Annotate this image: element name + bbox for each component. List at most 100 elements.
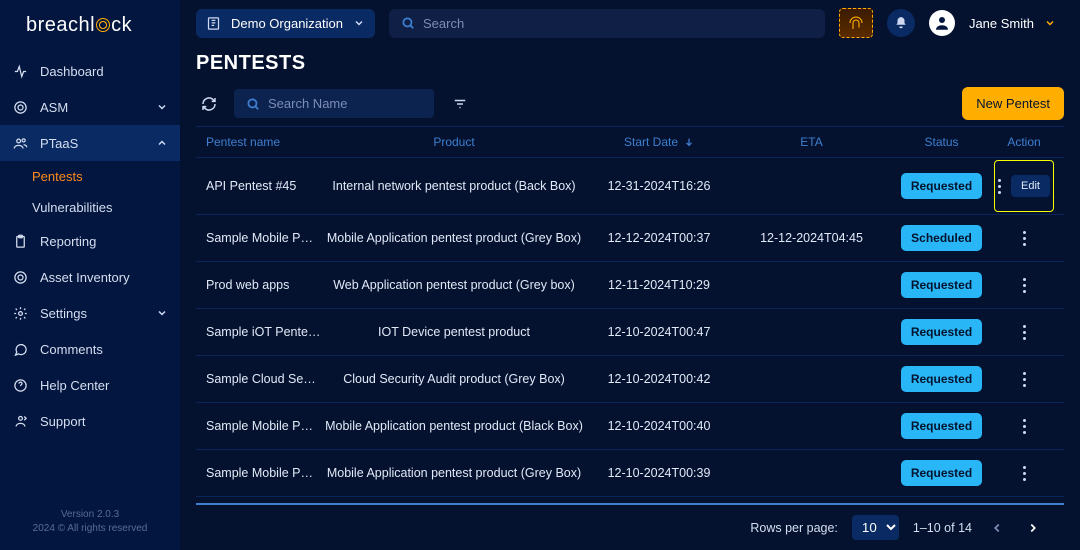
gear-icon (12, 305, 28, 321)
row-action-menu[interactable] (1016, 231, 1032, 246)
table-row: Sample Cloud Se…Cloud Security Audit pro… (196, 356, 1064, 403)
cell-product: Internal network pentest product (Back B… (324, 179, 584, 193)
org-selector[interactable]: Demo Organization (196, 9, 375, 38)
refresh-button[interactable] (196, 91, 222, 117)
row-action-menu[interactable] (998, 179, 1001, 194)
cell-name: Sample Mobile P… (204, 419, 324, 433)
sidebar-item-ptaas[interactable]: PTaaS (0, 125, 180, 161)
comment-icon (12, 341, 28, 357)
edit-button[interactable]: Edit (1011, 175, 1050, 197)
clipboard-icon (12, 233, 28, 249)
cell-start: 12-10-2024T00:47 (584, 325, 734, 339)
row-action-menu[interactable] (1016, 325, 1032, 340)
sidebar-item-label: ASM (40, 100, 68, 115)
user-name-label: Jane Smith (969, 16, 1034, 31)
sidebar-item-label: Comments (40, 342, 103, 357)
rows-per-page-select[interactable]: 10 (852, 515, 899, 540)
sidebar-item-asm[interactable]: ASM (0, 89, 180, 125)
cell-name: Sample Cloud Se… (204, 372, 324, 386)
cell-status: Requested (889, 366, 994, 392)
column-header-name[interactable]: Pentest name (204, 135, 324, 149)
version-text: Version 2.0.3 (0, 508, 180, 522)
cell-start: 12-31-2024T16:26 (584, 179, 734, 193)
sidebar-item-label: Help Center (40, 378, 109, 393)
cell-name: Sample Mobile P… (204, 466, 324, 480)
status-badge[interactable]: Scheduled (901, 225, 982, 251)
main: Demo Organization Jane Smith (180, 0, 1080, 550)
sidebar-footer: Version 2.0.3 2024 © All rights reserved (0, 496, 180, 550)
column-header-start-label: Start Date (624, 135, 678, 149)
toolbar: New Pentest (196, 87, 1064, 120)
new-pentest-button[interactable]: New Pentest (962, 87, 1064, 120)
status-badge[interactable]: Requested (901, 366, 982, 392)
name-search-input[interactable] (268, 96, 422, 111)
status-badge[interactable]: Requested (901, 272, 982, 298)
sidebar-item-label: Dashboard (40, 64, 104, 79)
support-icon (12, 413, 28, 429)
row-action-menu[interactable] (1016, 372, 1032, 387)
topbar: Demo Organization Jane Smith (180, 0, 1080, 46)
chevron-up-icon (156, 137, 168, 149)
chevron-down-icon (353, 17, 365, 29)
sidebar-item-label: Reporting (40, 234, 96, 249)
global-search-input[interactable] (423, 16, 813, 31)
sidebar-subitem-pentests[interactable]: Pentests (0, 161, 180, 192)
status-badge[interactable]: Requested (901, 460, 982, 486)
name-search[interactable] (234, 89, 434, 118)
sidebar-item-support[interactable]: Support (0, 403, 180, 439)
table-row: Sample Mobile P…Mobile Application pente… (196, 450, 1064, 497)
row-action-menu[interactable] (1016, 278, 1032, 293)
cell-product: Mobile Application pentest product (Grey… (324, 231, 584, 245)
cell-status: Requested (889, 319, 994, 345)
activity-icon (12, 63, 28, 79)
filter-button[interactable] (446, 91, 474, 117)
column-header-start[interactable]: Start Date (584, 135, 734, 149)
column-header-eta[interactable]: ETA (734, 135, 889, 149)
cell-status: Requested (889, 272, 994, 298)
rows-per-page-label: Rows per page: (750, 521, 838, 535)
cell-start: 12-11-2024T10:29 (584, 278, 734, 292)
cell-product: Web Application pentest product (Grey bo… (324, 278, 584, 292)
users-icon (12, 135, 28, 151)
cell-status: Requested (889, 173, 994, 199)
cell-start: 12-10-2024T00:40 (584, 419, 734, 433)
brand-text-after: ck (111, 14, 132, 36)
sidebar-item-settings[interactable]: Settings (0, 295, 180, 331)
brand-icon (96, 18, 110, 32)
column-header-action[interactable]: Action (994, 135, 1054, 149)
sidebar-item-label: PTaaS (40, 136, 78, 151)
status-badge[interactable]: Requested (901, 413, 982, 439)
pentests-table: Pentest name Product Start Date ETA Stat… (196, 126, 1064, 503)
sidebar-subitem-vulnerabilities[interactable]: Vulnerabilities (0, 192, 180, 223)
status-badge[interactable]: Requested (901, 319, 982, 345)
sidebar-item-reporting[interactable]: Reporting (0, 223, 180, 259)
user-menu[interactable]: Jane Smith (969, 16, 1064, 31)
cell-name: API Pentest #45 (204, 179, 324, 193)
sidebar-item-label: Support (40, 414, 86, 429)
table-row: Sample Mobile P…Mobile Application pente… (196, 215, 1064, 262)
cell-name: Sample iOT Pente… (204, 325, 324, 339)
prev-page-button[interactable] (986, 517, 1008, 539)
sidebar-item-asset-inventory[interactable]: Asset Inventory (0, 259, 180, 295)
fingerprint-scan-button[interactable] (839, 8, 873, 38)
help-icon (12, 377, 28, 393)
sidebar-item-label: Settings (40, 306, 87, 321)
chevron-down-icon (1044, 17, 1056, 29)
row-action-menu[interactable] (1016, 466, 1032, 481)
notifications-button[interactable] (887, 9, 915, 37)
next-page-button[interactable] (1022, 517, 1044, 539)
target-icon (12, 269, 28, 285)
column-header-product[interactable]: Product (324, 135, 584, 149)
sidebar-item-dashboard[interactable]: Dashboard (0, 53, 180, 89)
row-action-menu[interactable] (1016, 419, 1032, 434)
avatar[interactable] (929, 10, 955, 36)
status-badge[interactable]: Requested (901, 173, 982, 199)
brand-text-before: breachl (26, 14, 95, 36)
table-row: Prod web appsWeb Application pentest pro… (196, 262, 1064, 309)
column-header-status[interactable]: Status (889, 135, 994, 149)
rows-range-label: 1–10 of 14 (913, 521, 972, 535)
org-label: Demo Organization (231, 16, 343, 31)
sidebar-item-help-center[interactable]: Help Center (0, 367, 180, 403)
sidebar-item-comments[interactable]: Comments (0, 331, 180, 367)
global-search[interactable] (389, 9, 825, 38)
